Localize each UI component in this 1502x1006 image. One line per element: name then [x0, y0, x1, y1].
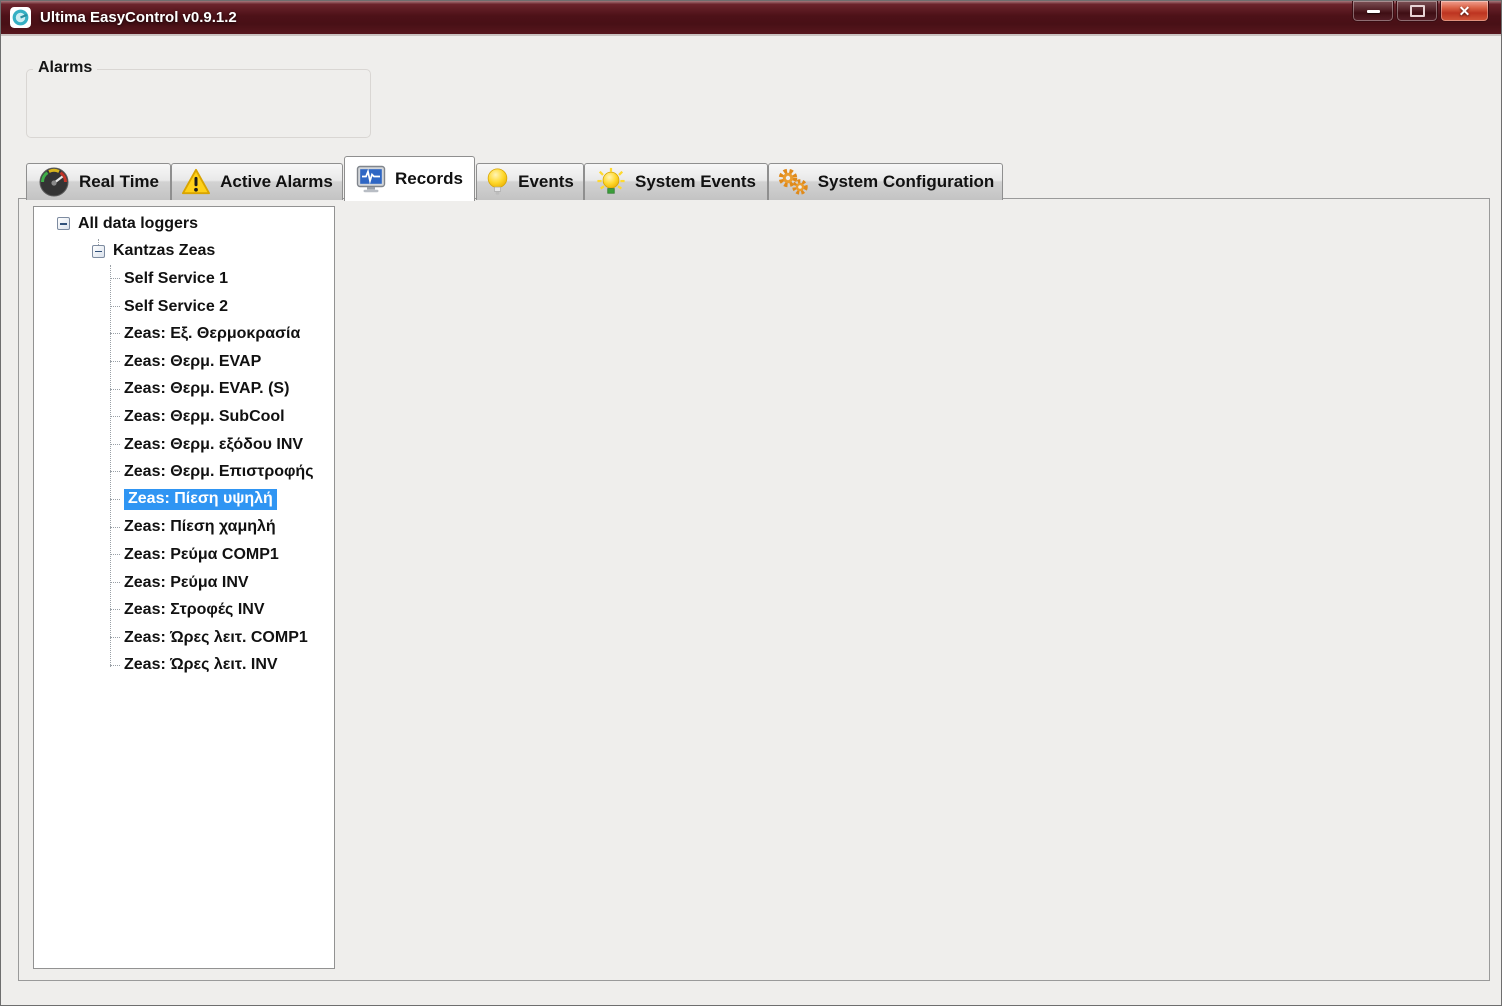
tree-item-label: Kantzas Zeas — [113, 242, 215, 260]
tree-item-label: All data loggers — [78, 215, 198, 233]
app-window: Ultima EasyControl v0.9.1.2 ✕ Alarms Rea… — [0, 0, 1502, 1006]
tree-item[interactable]: Zeas: Πίεση χαμηλή — [34, 514, 334, 542]
data-logger-tree: All data loggers Kantzas Zeas Self Servi… — [33, 206, 335, 969]
tree-item[interactable]: Zeas: Πίεση υψηλή — [34, 486, 334, 514]
tree-item[interactable]: Kantzas Zeas — [34, 238, 334, 266]
warning-triangle-icon — [181, 168, 211, 196]
tree-item[interactable]: Self Service 1 — [34, 265, 334, 293]
tree-item[interactable]: Zeas: Στροφές INV — [34, 596, 334, 624]
app-logo-icon — [10, 7, 31, 28]
tab-label: Events — [518, 172, 574, 192]
close-icon: ✕ — [1459, 4, 1471, 18]
tree-item-label: Zeas: Ρεύμα COMP1 — [124, 546, 279, 564]
tree-item[interactable]: Zeas: Θερμ. EVAP. (S) — [34, 376, 334, 404]
tree-item-label: Zeas: Ώρες λειτ. COMP1 — [124, 629, 308, 647]
tree-item-label: Self Service 2 — [124, 298, 228, 316]
gauge-icon — [38, 166, 70, 198]
tree-item[interactable]: Zeas: Ρεύμα COMP1 — [34, 541, 334, 569]
tree-item[interactable]: Zeas: Εξ. Θερμοκρασία — [34, 320, 334, 348]
tab-events[interactable]: Events — [476, 163, 584, 200]
tree-item[interactable]: Zeas: Θερμ. EVAP — [34, 348, 334, 376]
tree-item-label: Zeas: Πίεση υψηλή — [124, 489, 277, 510]
records-monitor-icon — [356, 165, 386, 194]
tree-item-label: Zeas: Θερμ. EVAP. (S) — [124, 380, 289, 398]
tab-real-time[interactable]: Real Time — [26, 163, 171, 200]
tab-records[interactable]: Records — [344, 156, 475, 201]
maximize-icon — [1410, 5, 1425, 17]
tab-active-alarms[interactable]: Active Alarms — [171, 163, 343, 200]
tab-label: Real Time — [79, 172, 159, 192]
tree-item-label: Zeas: Ώρες λειτ. INV — [124, 656, 278, 674]
alarms-group: Alarms — [26, 69, 371, 138]
tree-item-label: Zeas: Θερμ. εξόδου INV — [124, 436, 303, 454]
tree-item[interactable]: Zeas: Θερμ. Επιστροφής — [34, 458, 334, 486]
bulb-icon — [486, 167, 509, 197]
tree-item-label: Zeas: Θερμ. Επιστροφής — [124, 463, 314, 481]
collapse-minus-icon[interactable] — [57, 217, 70, 230]
tree-item-label: Zeas: Στροφές INV — [124, 601, 264, 619]
tree-item[interactable]: All data loggers — [34, 210, 334, 238]
tab-label: System Configuration — [818, 172, 995, 192]
tree-item[interactable]: Zeas: Ρεύμα INV — [34, 569, 334, 597]
tree-item-label: Zeas: Θερμ. SubCool — [124, 408, 285, 426]
tree-item[interactable]: Self Service 2 — [34, 293, 334, 321]
tab-system-configuration[interactable]: System Configuration — [768, 163, 1003, 200]
bulb-rays-icon — [596, 167, 626, 197]
minimize-button[interactable] — [1352, 1, 1394, 22]
tree-item-label: Zeas: Θερμ. EVAP — [124, 353, 261, 371]
tree-item[interactable]: Zeas: Θερμ. εξόδου INV — [34, 431, 334, 459]
tab-label: Active Alarms — [220, 172, 333, 192]
tab-label: Records — [395, 169, 463, 189]
maximize-button[interactable] — [1396, 1, 1438, 22]
gears-icon — [777, 167, 809, 197]
titlebar: Ultima EasyControl v0.9.1.2 ✕ — [1, 1, 1501, 36]
collapse-minus-icon[interactable] — [92, 245, 105, 258]
minimize-icon — [1367, 10, 1380, 13]
tree-item-label: Zeas: Πίεση χαμηλή — [124, 518, 276, 536]
tree-item-label: Zeas: Εξ. Θερμοκρασία — [124, 325, 300, 343]
window-controls: ✕ — [1350, 1, 1489, 22]
alarms-group-label: Alarms — [33, 59, 97, 77]
tree-item[interactable]: Zeas: Θερμ. SubCool — [34, 403, 334, 431]
tab-label: System Events — [635, 172, 756, 192]
tree-item-label: Zeas: Ρεύμα INV — [124, 574, 249, 592]
tree-item[interactable]: Zeas: Ώρες λειτ. INV — [34, 652, 334, 680]
window-title: Ultima EasyControl v0.9.1.2 — [40, 9, 237, 26]
tree-item-label: Self Service 1 — [124, 270, 228, 288]
close-button[interactable]: ✕ — [1440, 1, 1489, 22]
tab-system-events[interactable]: System Events — [584, 163, 768, 200]
tree-item[interactable]: Zeas: Ώρες λειτ. COMP1 — [34, 624, 334, 652]
